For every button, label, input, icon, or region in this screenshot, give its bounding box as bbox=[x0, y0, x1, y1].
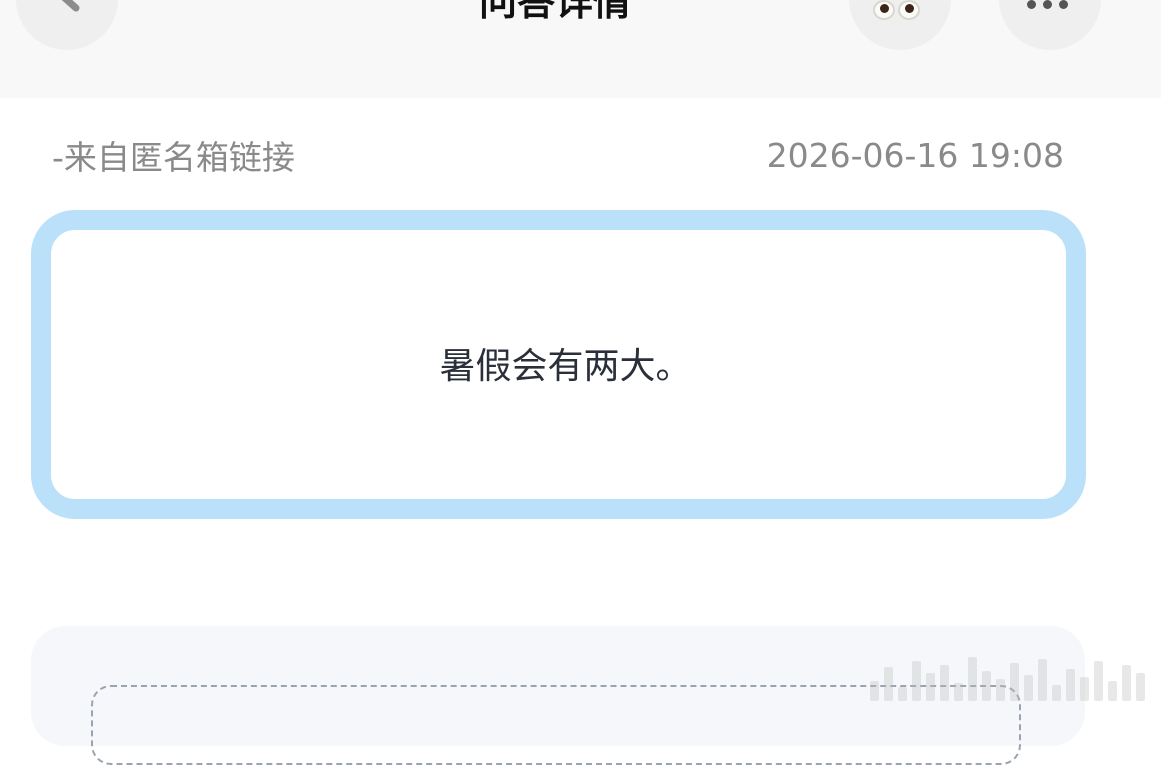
eyes-emoji-icon bbox=[873, 0, 920, 20]
eyes-button[interactable] bbox=[849, 0, 951, 50]
question-meta: -来自匿名箱链接 2026-06-16 19:08 bbox=[52, 132, 1064, 178]
more-dots-icon bbox=[1027, 0, 1068, 9]
more-button[interactable] bbox=[999, 0, 1101, 50]
page-title: 问答详情 bbox=[478, 0, 631, 24]
question-timestamp: 2026-06-16 19:08 bbox=[766, 135, 1064, 175]
watermark bbox=[870, 652, 1161, 701]
question-source: -来自匿名箱链接 bbox=[52, 138, 295, 177]
back-button[interactable] bbox=[16, 0, 118, 50]
top-bar: 问答详情 bbox=[0, 0, 1161, 98]
question-card: 暑假会有两大。 bbox=[31, 210, 1086, 519]
question-text: 暑假会有两大。 bbox=[439, 345, 692, 387]
chevron-left-icon bbox=[61, 0, 80, 12]
